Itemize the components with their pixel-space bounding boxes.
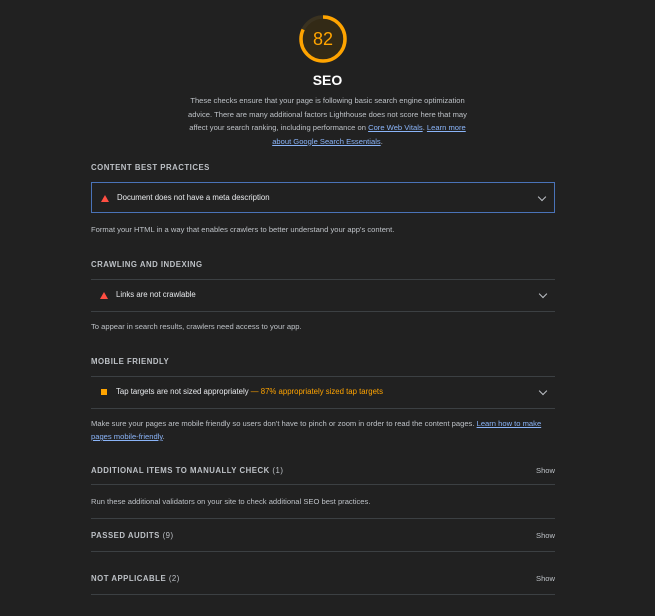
audit-title: Tap targets are not sized appropriately … bbox=[116, 387, 383, 396]
divider bbox=[91, 551, 555, 552]
audit-tap-targets[interactable]: Tap targets are not sized appropriately … bbox=[91, 377, 555, 408]
fail-triangle-icon bbox=[100, 292, 108, 299]
group-title-notapplicable[interactable]: NOT APPLICABLE (2) bbox=[91, 574, 180, 583]
group-title-crawling: CRAWLING AND INDEXING bbox=[91, 260, 203, 269]
audit-display-value: — 87% appropriately sized tap targets bbox=[248, 387, 383, 396]
audit-links-crawlable[interactable]: Links are not crawlable bbox=[91, 280, 555, 311]
group-title-notapplicable-text: NOT APPLICABLE bbox=[91, 574, 167, 583]
core-web-vitals-link[interactable]: Core Web Vitals bbox=[368, 123, 423, 132]
chevron-down-icon[interactable] bbox=[537, 192, 547, 202]
group-count: (2) bbox=[168, 574, 180, 583]
seo-report: 82 SEO These checks ensure that your pag… bbox=[0, 0, 655, 616]
group-description-mobile-text: Make sure your pages are mobile friendly… bbox=[91, 419, 475, 428]
description-end: . bbox=[162, 432, 165, 441]
category-title: SEO bbox=[312, 72, 343, 88]
description-end: . bbox=[380, 136, 383, 146]
divider bbox=[91, 408, 555, 409]
audit-meta-description[interactable]: Document does not have a meta descriptio… bbox=[91, 182, 555, 213]
score-value: 82 bbox=[312, 29, 334, 49]
divider bbox=[91, 518, 555, 519]
group-description-mobile: Make sure your pages are mobile friendly… bbox=[91, 417, 555, 443]
group-title-passed[interactable]: PASSED AUDITS (9) bbox=[91, 531, 174, 540]
divider bbox=[91, 311, 555, 312]
group-title-content: CONTENT BEST PRACTICES bbox=[91, 163, 210, 172]
show-manual-button[interactable]: Show bbox=[536, 466, 555, 475]
divider bbox=[91, 484, 555, 485]
divider bbox=[91, 594, 555, 595]
group-title-manual[interactable]: ADDITIONAL ITEMS TO MANUALLY CHECK (1) bbox=[91, 466, 283, 475]
show-notapplicable-button[interactable]: Show bbox=[536, 574, 555, 583]
audit-title-text: Tap targets are not sized appropriately bbox=[116, 387, 249, 396]
average-square-icon bbox=[101, 389, 107, 395]
group-title-manual-text: ADDITIONAL ITEMS TO MANUALLY CHECK bbox=[91, 466, 270, 475]
group-description-crawling: To appear in search results, crawlers ne… bbox=[91, 322, 302, 331]
chevron-down-icon[interactable] bbox=[538, 386, 548, 396]
audit-title: Links are not crawlable bbox=[116, 290, 196, 299]
category-description: These checks ensure that your page is fo… bbox=[180, 94, 475, 148]
show-passed-button[interactable]: Show bbox=[536, 531, 555, 540]
group-count: (9) bbox=[162, 531, 174, 540]
group-title-passed-text: PASSED AUDITS bbox=[91, 531, 160, 540]
group-title-mobile: MOBILE FRIENDLY bbox=[91, 357, 170, 366]
score-gauge: 82 bbox=[298, 14, 348, 64]
chevron-down-icon[interactable] bbox=[538, 289, 548, 299]
fail-triangle-icon bbox=[101, 195, 109, 202]
group-description-content: Format your HTML in a way that enables c… bbox=[91, 225, 395, 234]
audit-title: Document does not have a meta descriptio… bbox=[117, 193, 270, 202]
group-count: (1) bbox=[272, 466, 284, 475]
group-description-manual: Run these additional validators on your … bbox=[91, 497, 371, 506]
